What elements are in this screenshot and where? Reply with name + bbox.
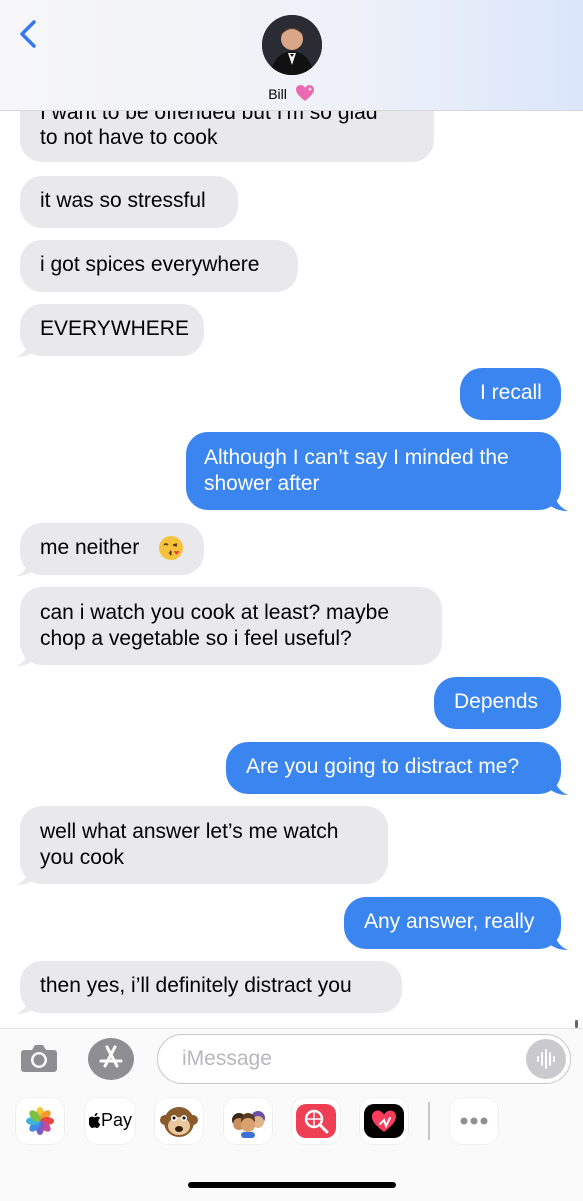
- message-text: it was so stressful: [40, 189, 206, 212]
- photos-icon: [26, 1107, 54, 1135]
- search-images-app-button[interactable]: [292, 1098, 340, 1144]
- message-text: me neither: [40, 536, 140, 559]
- photos-app-button[interactable]: [16, 1098, 64, 1144]
- message-text: EVERYWHERE: [40, 317, 189, 340]
- contact-name: Bill: [268, 86, 287, 102]
- audio-message-button[interactable]: [526, 1039, 566, 1079]
- message-text: you cook: [40, 846, 125, 869]
- back-chevron-icon[interactable]: [14, 16, 44, 52]
- message-input[interactable]: iMessage: [157, 1034, 571, 1084]
- bubble-tail: [548, 929, 568, 950]
- bubble-tail: [16, 645, 36, 666]
- camera-icon[interactable]: [18, 1038, 60, 1078]
- bubble-tail: [16, 864, 36, 885]
- apple-pay-label: Pay: [101, 1110, 133, 1130]
- app-store-button[interactable]: [88, 1038, 134, 1080]
- apple-pay-app-button[interactable]: Pay: [85, 1098, 135, 1144]
- message-text: then yes, i’ll definitely distract you: [40, 974, 352, 997]
- more-apps-button[interactable]: [450, 1098, 498, 1144]
- message-text: I recall: [480, 381, 542, 404]
- app-store-icon: [91, 1039, 131, 1079]
- bubble-tail: [16, 555, 36, 576]
- contact-avatar[interactable]: [262, 15, 322, 75]
- message-input-placeholder: iMessage: [182, 1047, 272, 1070]
- more-dots-icon: [460, 1117, 488, 1125]
- digital-touch-app-button[interactable]: [360, 1098, 408, 1144]
- bubble-tail: [16, 336, 36, 357]
- message-text: can i watch you cook at least? maybe: [40, 601, 390, 624]
- contact-photo: [262, 15, 322, 75]
- message-text: shower after: [204, 472, 320, 495]
- kissing-face-emoji-icon: [159, 536, 183, 560]
- animoji-app-button[interactable]: [155, 1098, 203, 1144]
- memoji-stickers-icon: [232, 1111, 265, 1138]
- scroll-indicator: [575, 1020, 578, 1028]
- conversation-header: Bill: [0, 0, 583, 111]
- message-text: i got spices everywhere: [40, 253, 260, 276]
- memoji-app-button[interactable]: [224, 1098, 272, 1144]
- bubble-tail: [548, 774, 568, 795]
- message-text: Any answer, really: [364, 910, 535, 933]
- globe-search-icon: [296, 1104, 336, 1138]
- message-thread[interactable]: I want to be offended but I'm so glad to…: [0, 0, 583, 1028]
- message-text: Although I can’t say I minded the: [204, 446, 509, 469]
- digital-touch-heart-icon: [364, 1104, 404, 1138]
- bubble-tail: [16, 993, 36, 1014]
- message-text: Depends: [454, 690, 539, 713]
- monkey-icon: [160, 1107, 198, 1137]
- home-indicator[interactable]: [188, 1182, 396, 1188]
- app-drawer-divider: [428, 1102, 430, 1140]
- message-text: to not have to cook: [40, 126, 218, 149]
- message-text: well what answer let’s me watch: [40, 820, 339, 843]
- waveform-icon: [537, 1049, 555, 1069]
- bubble-tail: [548, 490, 568, 511]
- contact-name-row[interactable]: Bill: [0, 84, 583, 102]
- message-text: Are you going to distract me?: [246, 755, 520, 778]
- app-drawer: Pay: [0, 1098, 583, 1144]
- message-text: chop a vegetable so i feel useful?: [40, 627, 352, 650]
- sparkling-heart-icon: [295, 85, 314, 101]
- apple-logo-icon: [89, 1113, 101, 1128]
